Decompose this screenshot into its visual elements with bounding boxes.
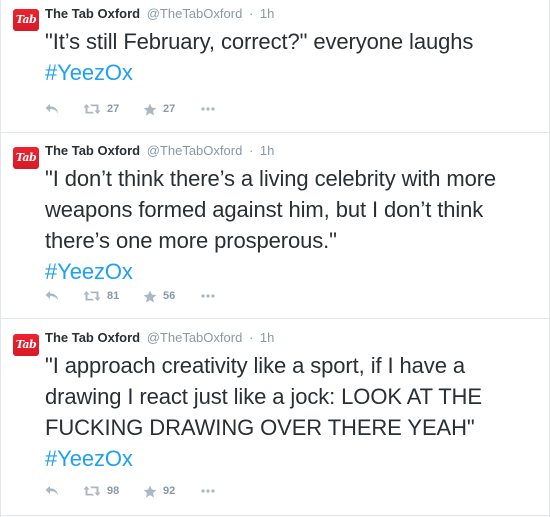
star-icon <box>143 103 157 116</box>
tweet[interactable]: Tab The Tab Oxford @TheTabOxford · 1h "I… <box>1 0 549 133</box>
retweet-icon <box>83 103 101 115</box>
tweet[interactable]: Tab The Tab Oxford @TheTabOxford · 1h "I… <box>1 319 549 516</box>
avatar[interactable]: Tab <box>13 147 39 169</box>
reply-button[interactable] <box>45 290 83 302</box>
reply-icon <box>45 290 59 302</box>
retweet-count: 81 <box>107 290 120 302</box>
favorite-count: 92 <box>163 485 176 497</box>
timestamp[interactable]: 1h <box>260 143 274 158</box>
favorite-count: 56 <box>163 290 176 302</box>
favorite-count: 27 <box>163 103 176 115</box>
tweet-text: "It’s still February, correct?" everyone… <box>45 26 539 88</box>
favorite-button[interactable]: 56 <box>143 290 201 303</box>
tweet-text: "I approach creativity like a sport, if … <box>45 350 539 474</box>
account-name[interactable]: The Tab Oxford <box>45 6 140 21</box>
tweet-actions: 81 56 <box>45 288 231 304</box>
favorite-button[interactable]: 92 <box>143 485 201 498</box>
retweet-button[interactable]: 27 <box>83 103 143 115</box>
retweet-button[interactable]: 98 <box>83 485 143 497</box>
retweet-icon <box>83 485 101 497</box>
hashtag-link[interactable]: #YeezOx <box>45 259 133 284</box>
tweet-header: The Tab Oxford @TheTabOxford · 1h <box>45 142 539 159</box>
more-button[interactable] <box>201 294 231 298</box>
reply-icon <box>45 103 59 115</box>
more-button[interactable] <box>201 107 231 111</box>
retweet-button[interactable]: 81 <box>83 290 143 302</box>
more-button[interactable] <box>201 489 231 493</box>
tweet-body: "I approach creativity like a sport, if … <box>45 353 482 440</box>
tweet-actions: 27 27 <box>45 101 231 117</box>
tweet-text: "I don’t think there’s a living celebrit… <box>45 163 539 287</box>
tweet-feed: Tab The Tab Oxford @TheTabOxford · 1h "I… <box>0 0 550 517</box>
reply-button[interactable] <box>45 103 83 115</box>
hashtag-link[interactable]: #YeezOx <box>45 60 133 85</box>
separator-dot: · <box>248 6 254 21</box>
avatar[interactable]: Tab <box>13 334 39 356</box>
tweet-header: The Tab Oxford @TheTabOxford · 1h <box>45 5 539 22</box>
separator-dot: · <box>248 143 254 158</box>
retweet-count: 98 <box>107 485 120 497</box>
star-icon <box>143 485 157 498</box>
reply-icon <box>45 485 59 497</box>
retweet-count: 27 <box>107 103 120 115</box>
account-handle[interactable]: @TheTabOxford <box>147 330 243 345</box>
star-icon <box>143 290 157 303</box>
tweet-header: The Tab Oxford @TheTabOxford · 1h <box>45 329 539 346</box>
hashtag-link[interactable]: #YeezOx <box>45 446 133 471</box>
favorite-button[interactable]: 27 <box>143 103 201 116</box>
reply-button[interactable] <box>45 485 83 497</box>
timestamp[interactable]: 1h <box>260 330 274 345</box>
more-icon <box>201 294 215 298</box>
timestamp[interactable]: 1h <box>260 6 274 21</box>
tweet-actions: 98 92 <box>45 483 231 499</box>
account-name[interactable]: The Tab Oxford <box>45 330 140 345</box>
avatar[interactable]: Tab <box>13 9 39 31</box>
account-handle[interactable]: @TheTabOxford <box>147 6 243 21</box>
more-icon <box>201 489 215 493</box>
tweet-body: "It’s still February, correct?" everyone… <box>45 29 474 54</box>
tweet[interactable]: Tab The Tab Oxford @TheTabOxford · 1h "I… <box>1 133 549 319</box>
retweet-icon <box>83 290 101 302</box>
more-icon <box>201 107 215 111</box>
separator-dot: · <box>248 330 254 345</box>
tweet-body: "I don’t think there’s a living celebrit… <box>45 166 497 253</box>
account-handle[interactable]: @TheTabOxford <box>147 143 243 158</box>
account-name[interactable]: The Tab Oxford <box>45 143 140 158</box>
